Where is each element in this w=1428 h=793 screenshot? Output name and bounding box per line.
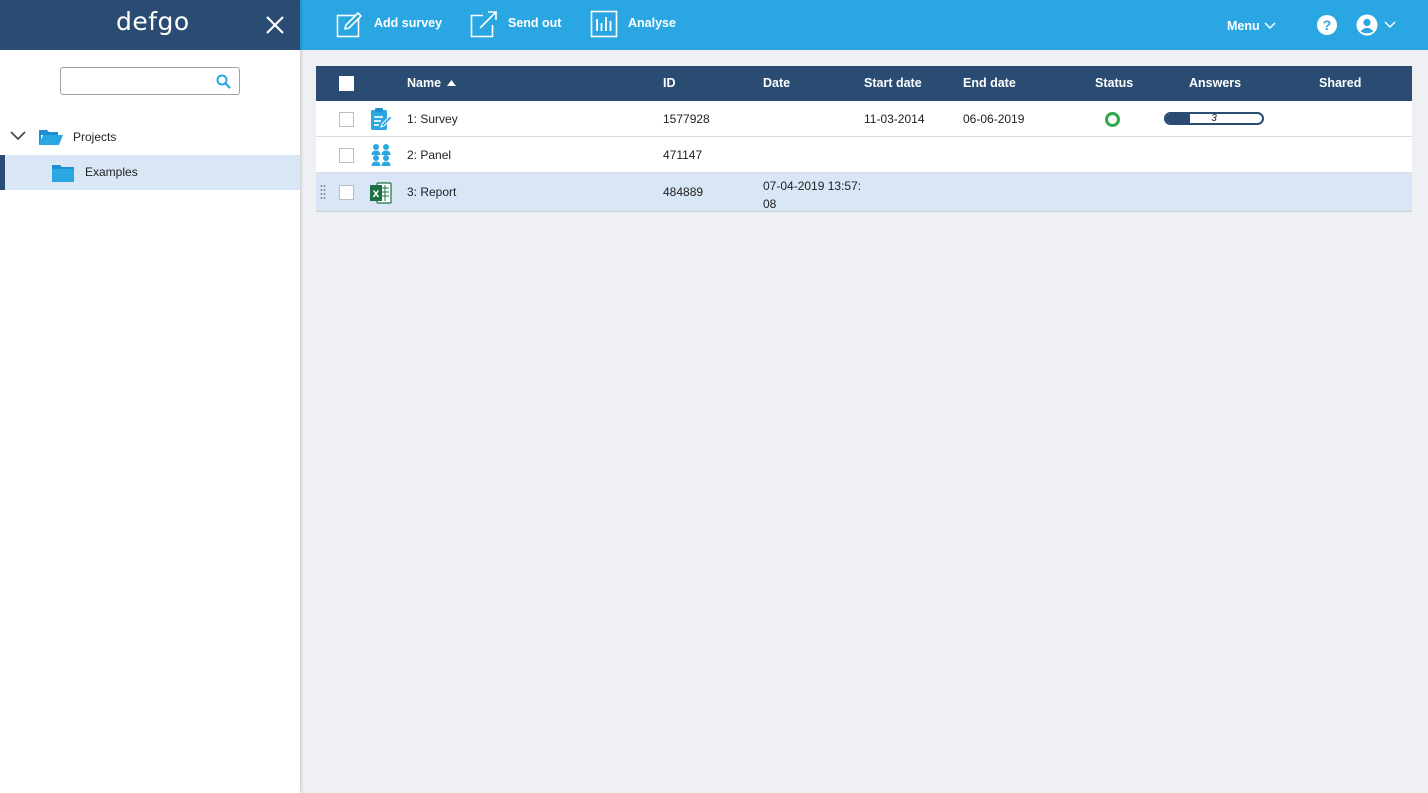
row-id: 484889 [663,185,704,199]
column-header-id[interactable]: ID [663,76,676,90]
bar-chart-icon [590,10,618,38]
chevron-down-icon [1264,22,1276,30]
column-header-status[interactable]: Status [1095,76,1133,90]
edit-square-icon [336,12,362,38]
send-out-label: Send out [508,16,562,30]
sidebar-header: defgo [0,0,300,50]
panel-people-icon [371,144,391,166]
tree-label-examples: Examples [85,165,138,179]
search-input[interactable] [67,69,212,93]
tree-item-projects[interactable]: Projects [0,119,300,154]
table-row[interactable]: X 3: Report 484889 07-04-2019 13:57: 08 [316,173,1412,212]
svg-text:X: X [373,190,380,200]
folder-icon [52,165,74,182]
status-active-icon [1105,112,1120,127]
top-toolbar: Add survey Send out Analyse Menu ? [300,0,1428,50]
answers-count: 3 [1211,113,1217,124]
column-header-shared[interactable]: Shared [1319,76,1361,90]
chevron-down-icon[interactable] [10,130,26,142]
send-out-button[interactable]: Send out [470,10,561,40]
answers-progress-bar: 3 [1164,112,1264,125]
external-link-icon [470,11,497,38]
row-id: 471147 [663,148,703,162]
selection-indicator [0,155,5,190]
table-header: Name ID Date Start date End date Status … [316,66,1412,101]
row-date: 07-04-2019 13:57: 08 [763,179,862,211]
row-checkbox[interactable] [339,185,354,200]
column-header-start-date[interactable]: Start date [864,76,922,90]
column-header-date[interactable]: Date [763,76,790,90]
row-end-date: 06-06-2019 [963,112,1025,126]
row-checkbox[interactable] [339,112,354,127]
items-table: Name ID Date Start date End date Status … [316,66,1412,212]
sort-ascending-icon [446,80,456,86]
survey-clipboard-icon [371,108,393,130]
table-row[interactable]: 2: Panel 471147 [316,137,1412,173]
sidebar-search [60,67,240,95]
app-logo: defgo [116,7,190,36]
user-avatar-icon [1356,14,1378,36]
row-start-date: 11-03-2014 [864,112,925,126]
folder-open-icon [39,130,63,145]
row-name[interactable]: 3: Report [407,185,456,199]
column-name-label: Name [407,76,442,90]
column-header-end-date[interactable]: End date [963,76,1016,90]
search-icon[interactable] [216,74,231,89]
menu-dropdown[interactable]: Menu [1227,19,1276,33]
select-all-checkbox[interactable] [339,76,354,91]
add-survey-label: Add survey [374,16,443,30]
excel-report-icon: X [370,182,392,204]
column-header-answers[interactable]: Answers [1189,76,1241,90]
row-id: 1577928 [663,112,710,126]
table-row[interactable]: 1: Survey 1577928 11-03-2014 06-06-2019 … [316,101,1412,137]
help-icon[interactable]: ? [1317,15,1337,35]
menu-label: Menu [1227,19,1260,33]
tree-label-projects: Projects [73,130,117,144]
row-name[interactable]: 1: Survey [407,112,458,126]
analyse-button[interactable]: Analyse [590,10,676,40]
add-survey-button[interactable]: Add survey [336,10,442,40]
row-name[interactable]: 2: Panel [407,148,451,162]
chevron-down-icon [1384,21,1396,29]
user-menu[interactable] [1356,14,1396,36]
drag-handle-icon[interactable] [320,184,326,200]
tree-item-examples[interactable]: Examples [0,155,300,190]
close-icon[interactable] [262,12,288,38]
row-checkbox[interactable] [339,148,354,163]
sidebar: defgo Projects Examples [0,0,300,793]
column-header-name[interactable]: Name [407,76,456,90]
analyse-label: Analyse [628,16,676,30]
